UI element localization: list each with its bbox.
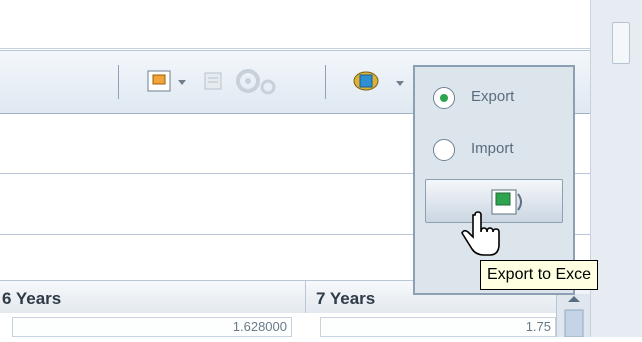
page-scrollbar[interactable] xyxy=(612,22,630,64)
radio-selected-dot xyxy=(440,94,448,102)
gears-icon xyxy=(232,65,282,104)
export-import-dropdown-button[interactable] xyxy=(352,65,410,104)
top-strip xyxy=(0,0,590,49)
delete-icon xyxy=(202,69,224,98)
export-option-label[interactable]: Export xyxy=(471,88,514,105)
insert-export-button[interactable] xyxy=(146,67,196,102)
column-header-6-years[interactable]: 6 Years xyxy=(2,289,61,309)
table-row: 1.628000 1.75 xyxy=(0,313,590,337)
export-import-icon xyxy=(353,71,404,91)
grid-scrollbar[interactable] xyxy=(556,294,591,338)
toolbar-separator xyxy=(325,65,326,99)
column-header-7-years[interactable]: 7 Years xyxy=(316,289,375,309)
hand-cursor-icon xyxy=(461,211,500,256)
import-radio[interactable] xyxy=(433,139,455,161)
export-radio[interactable] xyxy=(433,87,455,109)
table-cell[interactable]: 1.628000 xyxy=(12,317,292,337)
insert-export-icon xyxy=(147,70,186,92)
tooltip: Export to Exce xyxy=(480,260,599,290)
toolbar-separator xyxy=(118,65,119,99)
import-option-label[interactable]: Import xyxy=(471,140,514,157)
table-cell[interactable]: 1.75 xyxy=(320,317,556,337)
